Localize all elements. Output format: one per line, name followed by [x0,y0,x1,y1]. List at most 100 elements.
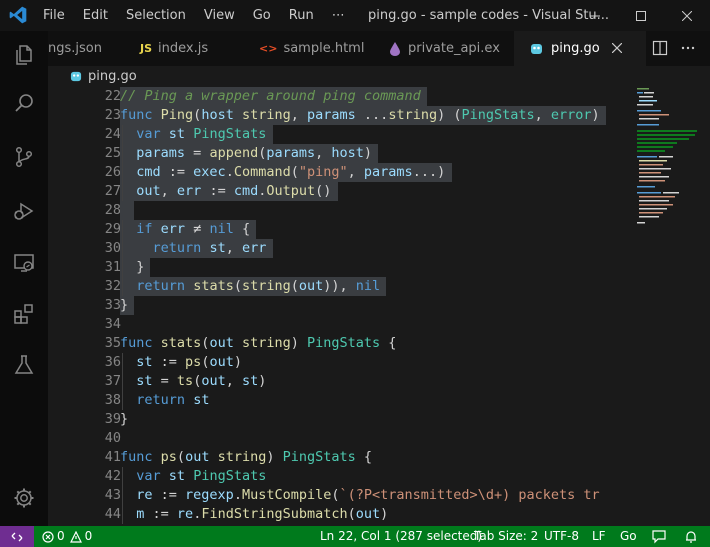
end-of-line[interactable]: LF [592,526,606,547]
testing-button[interactable] [0,341,48,389]
html-file-icon: <> [259,42,278,55]
title-bar: File Edit Selection View Go Run ⋯ ping.g… [0,0,710,31]
code-line: 22// Ping a wrapper around ping command [48,87,635,106]
language-mode[interactable]: Go [620,526,637,547]
line-number: 38 [104,392,121,408]
encoding[interactable]: UTF-8 [544,526,579,547]
minimize-button[interactable] [572,0,618,31]
code-line: 35 func stats(out string) PingStats { [48,334,635,353]
elixir-file-icon [390,41,400,56]
js-file-icon: JS [140,42,153,55]
code-text: st := ps(out) [136,354,242,370]
line-number: 43 [104,487,121,503]
debug-icon [14,202,34,220]
code-text: st = ts(out, st) [136,373,267,389]
feedback-button[interactable] [652,526,666,547]
warning-icon [69,530,82,543]
code-line: 38 return st [48,391,635,410]
tab-sample-html[interactable]: <> sample.html [250,31,389,66]
line-number: 33 [104,297,121,313]
code-text: var st PingStats [136,468,267,484]
cursor-position[interactable]: Ln 22, Col 1 (287 selected) [320,526,482,547]
line-number: 25 [104,145,121,161]
line-number: 36 [104,354,121,370]
line-number: 29 [104,221,121,237]
line-number: 42 [104,468,121,484]
code-line: 30 return st, err [48,239,635,258]
line-number: 27 [104,183,121,199]
line-number: 22 [104,88,121,104]
close-icon[interactable] [612,43,622,53]
split-editor-icon[interactable] [652,40,668,56]
menu-run[interactable]: Run [280,8,323,23]
code-line: 33} [48,296,635,315]
error-count: 0 [57,529,65,543]
code-text: return stats(string(out)), nil [136,278,381,294]
menu-edit[interactable]: Edit [74,8,117,23]
search-button[interactable] [0,79,48,127]
line-number: 40 [104,430,121,446]
line-number: 32 [104,278,121,294]
warning-count: 0 [84,529,93,543]
minimap[interactable] [635,86,710,526]
tab-label: ngs.json [48,41,102,56]
vscode-logo-icon[interactable] [8,5,28,25]
menu-selection[interactable]: Selection [117,8,195,23]
problems-indicator[interactable]: 0 0 [42,526,92,547]
code-text: out, err := cmd.Output() [136,183,332,199]
code-text: cmd := exec.Command("ping", params...) [136,164,446,180]
menu-go[interactable]: Go [244,8,280,23]
menu-bar: File Edit Selection View Go Run ⋯ [34,0,354,31]
tab-label: ping.go [551,41,600,56]
maximize-button[interactable] [618,0,664,31]
remote-icon [11,532,23,541]
close-icon [682,10,692,21]
menu-more[interactable]: ⋯ [323,8,354,23]
source-control-button[interactable] [0,133,48,181]
code-text: func Ping(host string, params ...string)… [120,107,600,123]
close-window-button[interactable] [664,0,710,31]
breadcrumb-file[interactable]: ping.go [88,69,137,84]
remote-explorer-button[interactable] [0,239,48,287]
more-actions-icon[interactable] [680,40,696,56]
run-debug-button[interactable] [0,186,48,234]
line-number: 39 [104,411,121,427]
code-line: 40 [48,429,635,448]
code-line: 41 func ps(out string) PingStats { [48,448,635,467]
tab-label: private_api.ex [408,41,500,56]
code-line: 31 } [48,258,635,277]
line-number: 30 [104,240,121,256]
remote-button[interactable] [0,526,34,547]
tab-private-api-ex[interactable]: private_api.ex [380,31,520,66]
code-text: func stats(out string) PingStats { [120,335,397,351]
tab-index-js[interactable]: JS index.js [130,31,260,66]
files-icon [16,45,32,65]
bell-icon [686,530,696,543]
code-line: 42 var st PingStats [48,467,635,486]
explorer-button[interactable] [0,31,48,79]
notifications-button[interactable] [684,526,698,547]
maximize-icon [636,10,646,21]
code-line: 34 [48,315,635,334]
flask-icon [14,355,34,374]
code-text: } [120,297,129,313]
extensions-button[interactable] [0,290,48,338]
tab-ping-go[interactable]: ping.go [514,31,646,66]
code-text: } [120,259,145,275]
breadcrumb: ping.go [48,66,710,86]
feedback-icon [652,529,666,543]
tab-ngs-json[interactable]: ngs.json [48,31,128,66]
code-line: 28 [48,201,635,220]
code-text: m := re.FindStringSubmatch(out) [136,506,389,522]
line-number: 35 [104,335,121,351]
code-editor[interactable]: 22// Ping a wrapper around ping command 2… [48,86,635,526]
remote-explorer-icon [14,254,34,272]
go-file-icon [70,71,82,82]
tab-size[interactable]: Tab Size: 2 [474,526,538,547]
menu-file[interactable]: File [34,8,74,23]
manage-button[interactable] [0,474,48,522]
menu-view[interactable]: View [195,8,244,23]
code-line: 39} [48,410,635,429]
go-file-icon [531,44,542,54]
line-number: 24 [104,126,121,142]
